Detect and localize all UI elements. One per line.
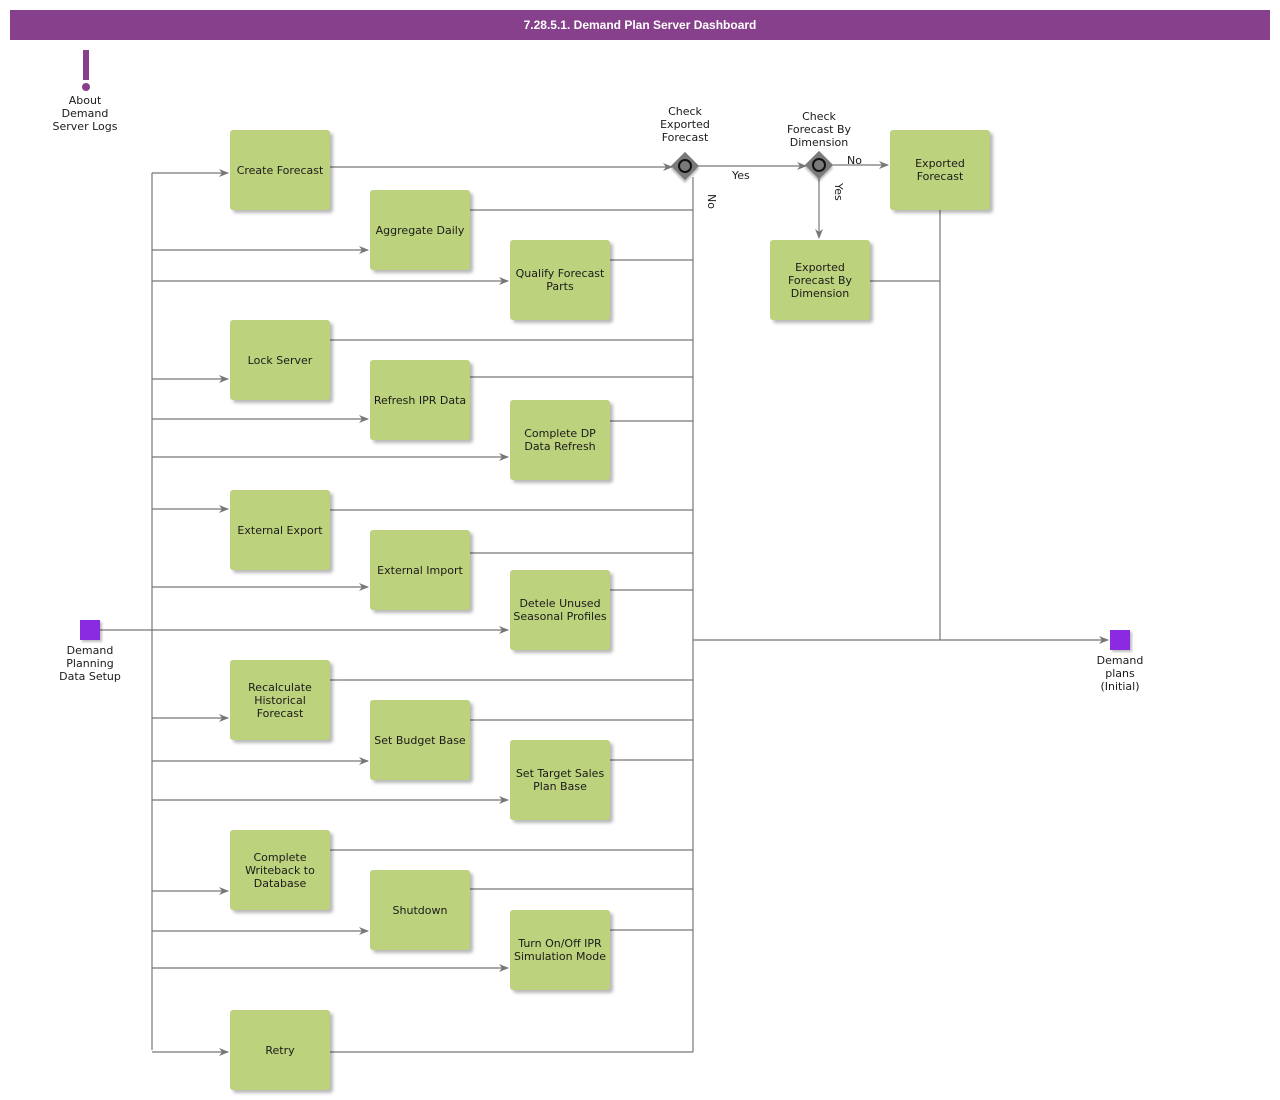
gateway-circle-icon: [812, 158, 826, 172]
start-event-label: Demand Planning Data Setup: [59, 644, 121, 683]
edge-label-no-2: No: [847, 154, 862, 167]
task-delete-unused-seasonal-profiles[interactable]: Detele Unused Seasonal Profiles: [510, 570, 610, 650]
task-external-export[interactable]: External Export: [230, 490, 330, 570]
task-shutdown[interactable]: Shutdown: [370, 870, 470, 950]
task-set-budget-base[interactable]: Set Budget Base: [370, 700, 470, 780]
annotation-label: About Demand Server Logs: [52, 94, 118, 133]
task-retry[interactable]: Retry: [230, 1010, 330, 1090]
task-turn-on-off-ipr-simulation-mode[interactable]: Turn On/Off IPR Simulation Mode: [510, 910, 610, 990]
task-refresh-ipr-data[interactable]: Refresh IPR Data: [370, 360, 470, 440]
edge-label-yes-1: Yes: [732, 169, 750, 182]
start-event[interactable]: [80, 620, 100, 640]
task-lock-server[interactable]: Lock Server: [230, 320, 330, 400]
task-recalculate-historical-forecast[interactable]: Recalculate Historical Forecast: [230, 660, 330, 740]
gateway-label-check-forecast-by-dimension: Check Forecast By Dimension: [786, 110, 852, 149]
task-exported-forecast-by-dimension[interactable]: Exported Forecast By Dimension: [770, 240, 870, 320]
end-event-label: Demand plans (Initial): [1096, 654, 1144, 693]
task-aggregate-daily[interactable]: Aggregate Daily: [370, 190, 470, 270]
task-create-forecast[interactable]: Create Forecast: [230, 130, 330, 210]
gateway-circle-icon: [678, 159, 692, 173]
task-set-target-sales-plan-base[interactable]: Set Target Sales Plan Base: [510, 740, 610, 820]
task-complete-writeback-to-database[interactable]: Complete Writeback to Database: [230, 830, 330, 910]
end-event[interactable]: [1110, 630, 1130, 650]
exclamation-icon: [82, 50, 90, 91]
task-qualify-forecast-parts[interactable]: Qualify Forecast Parts: [510, 240, 610, 320]
connectors: [100, 161, 1109, 1056]
task-complete-dp-data-refresh[interactable]: Complete DP Data Refresh: [510, 400, 610, 480]
task-exported-forecast[interactable]: Exported Forecast: [890, 130, 990, 210]
edge-label-yes-2: Yes: [832, 183, 845, 201]
edge-label-no-1: No: [705, 194, 718, 209]
gateway-label-check-exported-forecast: Check Exported Forecast: [660, 105, 710, 144]
task-external-import[interactable]: External Import: [370, 530, 470, 610]
